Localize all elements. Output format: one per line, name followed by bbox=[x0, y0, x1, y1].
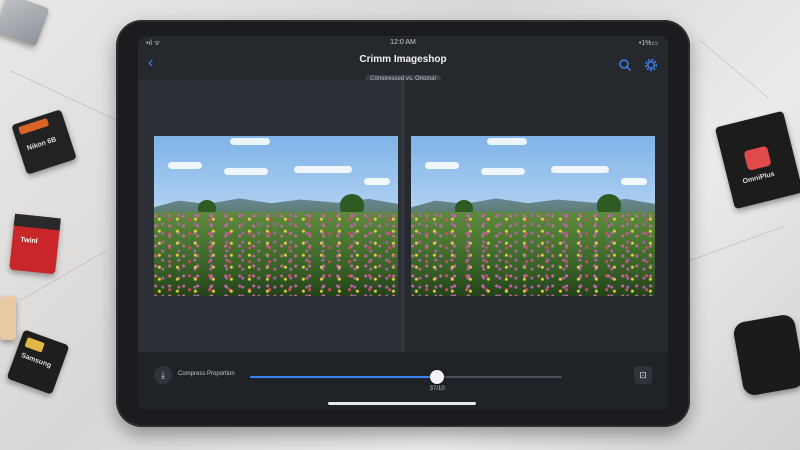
crop-icon[interactable]: ⊡ bbox=[634, 366, 652, 384]
tablet-screen: •ıl ᯤ 12:0 AM •1%▭ ‹ Crimm Imageshop Cöm… bbox=[138, 36, 668, 410]
slider-fill bbox=[250, 376, 438, 378]
slider-knob[interactable] bbox=[430, 370, 445, 384]
gear-icon[interactable] bbox=[644, 58, 658, 72]
sd-card-label: OmniPlus bbox=[742, 170, 776, 186]
sd-card-top-left: Nikon 6B bbox=[11, 109, 77, 175]
compress-label: Compress Proportion bbox=[178, 371, 235, 377]
sd-card-mid-left: Twinl bbox=[9, 213, 61, 275]
sd-card-right: OmniPlus bbox=[714, 110, 800, 210]
home-indicator[interactable] bbox=[328, 402, 476, 405]
card-reader bbox=[732, 313, 800, 397]
nav-bar: ‹ Crimm Imageshop Cömpressed vs. Origina… bbox=[138, 52, 668, 83]
status-time: 12:0 AM bbox=[390, 39, 416, 46]
bottom-toolbar: ⤓ Compress Proportion 37/10 ⊡ bbox=[138, 352, 668, 410]
sd-card-label: Twinl bbox=[19, 236, 38, 246]
app-title: Crimm Imageshop bbox=[359, 54, 447, 65]
sd-card-bottom-left: Samsung bbox=[6, 329, 70, 395]
marble-vein bbox=[689, 225, 785, 261]
sd-card-label: Samsung bbox=[20, 352, 53, 370]
status-bar: •ıl ᯤ 12:0 AM •1%▭ bbox=[138, 36, 668, 52]
compressed-photo bbox=[411, 136, 655, 296]
device-corner bbox=[0, 0, 50, 47]
marble-vein bbox=[699, 40, 770, 99]
card-edge-left bbox=[0, 296, 16, 340]
marble-vein bbox=[9, 70, 119, 122]
sd-card-label: Nikon 6B bbox=[26, 136, 58, 153]
search-icon[interactable] bbox=[618, 58, 632, 72]
compression-slider[interactable] bbox=[250, 370, 562, 384]
slider-value: 37/10 bbox=[429, 386, 445, 392]
compress-icon[interactable]: ⤓ bbox=[154, 366, 172, 384]
original-photo bbox=[154, 136, 398, 296]
battery-icon: •1%▭ bbox=[638, 40, 658, 47]
